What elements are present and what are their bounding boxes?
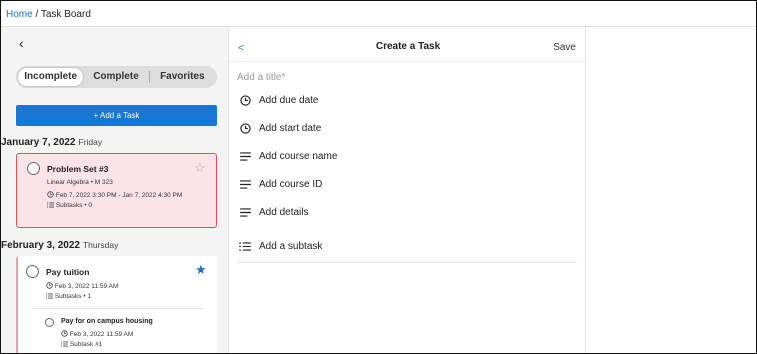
list-icon xyxy=(46,293,53,299)
subtask-time: Feb 3, 2022 11:59 AM xyxy=(61,330,133,338)
task-course: Linear Algebra • M 323 xyxy=(47,179,113,186)
subtask-title: Pay for on campus housing xyxy=(61,318,153,325)
lines-icon xyxy=(237,151,253,161)
subtask-subtasks-text: Subtask #1 xyxy=(69,341,103,348)
task-subtasks-text: Subtasks • 1 xyxy=(54,293,92,300)
details-field[interactable]: Add details xyxy=(237,203,579,221)
task-subtasks: Subtasks • 1 xyxy=(46,293,91,300)
clock-icon xyxy=(47,191,54,198)
favorite-star-icon[interactable]: ★ xyxy=(195,263,207,276)
back-button[interactable]: ‹ xyxy=(19,35,24,51)
favorite-star-icon[interactable]: ☆ xyxy=(194,161,206,174)
details-label: Add details xyxy=(259,206,309,218)
list-icon xyxy=(61,341,68,347)
weekday-label: Thursday xyxy=(82,240,119,250)
task-subtasks: Subtasks • 0 xyxy=(47,202,92,209)
task-filter-tabs: Incomplete Complete Favorites xyxy=(16,66,217,88)
subtask-time-text: Feb 3, 2022 11:59 AM xyxy=(69,331,134,338)
clock-icon xyxy=(237,122,253,134)
tab-favorites[interactable]: Favorites xyxy=(150,68,215,86)
date-header: February 3, 2022 Thursday xyxy=(1,240,118,251)
title-input[interactable] xyxy=(237,70,577,84)
course-id-label: Add course ID xyxy=(259,178,323,190)
add-task-button[interactable]: + Add a Task xyxy=(16,105,217,126)
task-time-text: Feb 7, 2022 3:30 PM - Jan 7, 2022 4:30 P… xyxy=(55,192,183,199)
date-header: January 7, 2022 Friday xyxy=(1,137,102,148)
complete-task-radio[interactable] xyxy=(27,162,40,175)
clock-icon xyxy=(61,330,68,337)
task-time: Feb 7, 2022 3:30 PM - Jan 7, 2022 4:30 P… xyxy=(47,191,182,199)
form-header-divider xyxy=(229,61,587,62)
due-date-label: Add due date xyxy=(259,94,319,106)
task-subtasks-text: Subtasks • 0 xyxy=(55,202,93,209)
task-title: Pay tuition xyxy=(46,267,90,277)
tab-complete[interactable]: Complete xyxy=(83,68,148,86)
add-subtask-label: Add a subtask xyxy=(259,240,323,252)
task-card[interactable]: Problem Set #3 Linear Algebra • M 323 Fe… xyxy=(16,153,217,228)
weekday-label: Friday xyxy=(78,137,103,147)
create-task-form: < Create a Task Save Add due date Add st… xyxy=(228,27,587,353)
subtask-divider xyxy=(237,262,577,263)
save-button[interactable]: Save xyxy=(553,42,576,53)
form-title: Create a Task xyxy=(375,41,441,52)
course-name-field[interactable]: Add course name xyxy=(237,147,579,165)
task-card[interactable]: Pay tuition Feb 3, 2022 11:59 AM Subtask… xyxy=(16,256,217,353)
course-id-field[interactable]: Add course ID xyxy=(237,175,579,193)
add-subtask-field[interactable]: Add a subtask xyxy=(237,237,579,255)
start-date-label: Add start date xyxy=(259,122,322,134)
tab-incomplete[interactable]: Incomplete xyxy=(18,68,84,86)
task-time-text: Feb 3, 2022 11:59 AM xyxy=(54,283,119,290)
breadcrumb-home-link[interactable]: Home xyxy=(6,9,33,20)
clock-icon xyxy=(237,94,253,106)
breadcrumb: Home / Task Board xyxy=(6,9,91,20)
clock-icon xyxy=(46,282,53,289)
breadcrumb-current: Task Board xyxy=(40,9,91,20)
breadcrumb-separator: / xyxy=(35,9,39,20)
list-icon xyxy=(237,241,253,251)
due-date-field[interactable]: Add due date xyxy=(237,91,579,109)
app-frame: Home / Task Board ‹ Incomplete Complete … xyxy=(0,0,757,354)
lines-icon xyxy=(237,207,253,217)
task-title: Problem Set #3 xyxy=(47,164,109,174)
task-list-panel: ‹ Incomplete Complete Favorites + Add a … xyxy=(1,27,228,353)
start-date-field[interactable]: Add start date xyxy=(237,119,579,137)
task-time: Feb 3, 2022 11:59 AM xyxy=(46,282,118,290)
subtask-subtasks: Subtask #1 xyxy=(61,341,102,348)
lines-icon xyxy=(237,179,253,189)
course-name-label: Add course name xyxy=(259,150,338,162)
subtask-divider xyxy=(33,308,203,309)
complete-subtask-radio[interactable] xyxy=(45,318,54,327)
complete-task-radio[interactable] xyxy=(26,265,39,278)
date-label: February 3, 2022 xyxy=(1,240,80,251)
list-icon xyxy=(47,202,54,208)
date-label: January 7, 2022 xyxy=(1,137,76,148)
